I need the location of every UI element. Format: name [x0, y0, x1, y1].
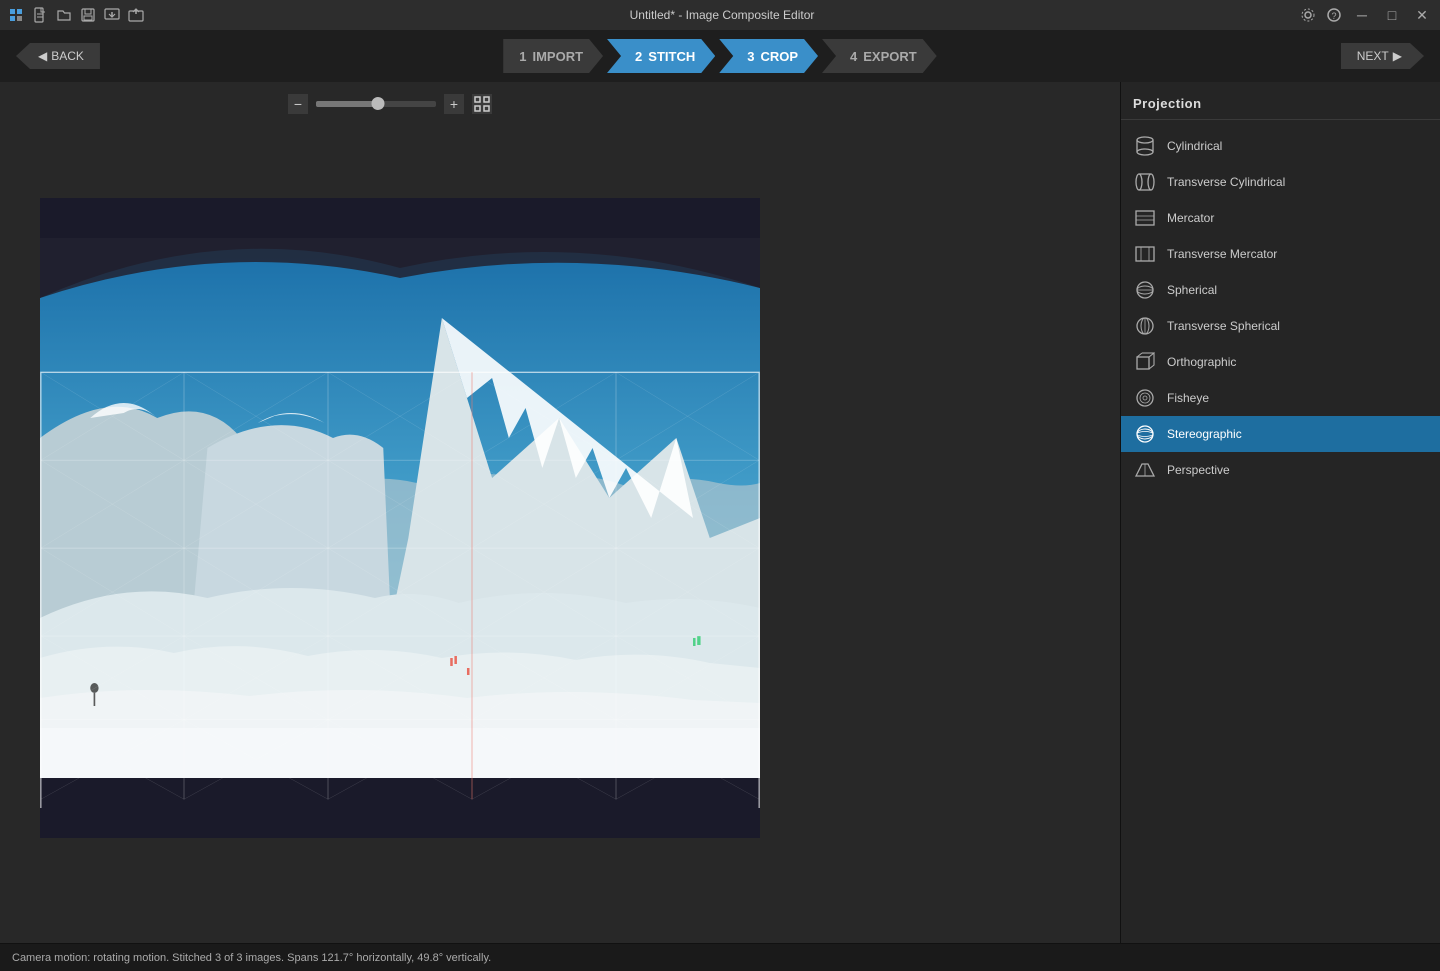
step-export[interactable]: 4 EXPORT	[822, 39, 937, 73]
spherical-icon	[1133, 278, 1157, 302]
crop-grid	[40, 238, 760, 808]
next-button[interactable]: NEXT ▶	[1341, 43, 1424, 69]
titlebar: Untitled* - Image Composite Editor ? ─ □…	[0, 0, 1440, 30]
close-button[interactable]: ✕	[1412, 5, 1432, 25]
settings-icon[interactable]	[1300, 7, 1316, 23]
canvas-area[interactable]: − +	[0, 82, 1120, 943]
export-icon[interactable]	[128, 7, 144, 23]
projection-stereographic[interactable]: Stereographic	[1121, 416, 1440, 452]
zoom-bar: − +	[0, 94, 780, 114]
help-icon[interactable]: ?	[1326, 7, 1342, 23]
fisheye-icon	[1133, 386, 1157, 410]
next-arrow-icon: ▶	[1393, 49, 1402, 63]
transverse-spherical-icon	[1133, 314, 1157, 338]
app-icon	[8, 7, 24, 23]
open-file-icon[interactable]	[56, 7, 72, 23]
back-arrow-icon: ◀	[38, 49, 47, 63]
minimize-button[interactable]: ─	[1352, 5, 1372, 25]
zoom-slider[interactable]	[316, 101, 436, 107]
projection-fisheye[interactable]: Fisheye	[1121, 380, 1440, 416]
main-area: − +	[0, 82, 1440, 943]
cylindrical-icon	[1133, 134, 1157, 158]
projection-transverse-cylindrical[interactable]: Transverse Cylindrical	[1121, 164, 1440, 200]
titlebar-left	[8, 7, 144, 23]
projection-transverse-mercator[interactable]: Transverse Mercator	[1121, 236, 1440, 272]
fit-button[interactable]	[472, 94, 492, 114]
perspective-icon	[1133, 458, 1157, 482]
mercator-icon	[1133, 206, 1157, 230]
zoom-in-button[interactable]: +	[444, 94, 464, 114]
orthographic-icon	[1133, 350, 1157, 374]
import-icon[interactable]	[104, 7, 120, 23]
status-text: Camera motion: rotating motion. Stitched…	[12, 952, 491, 964]
transverse-cylindrical-icon	[1133, 170, 1157, 194]
zoom-out-button[interactable]: −	[288, 94, 308, 114]
panel-divider	[1121, 119, 1440, 120]
restore-button[interactable]: □	[1382, 5, 1402, 25]
projection-transverse-spherical[interactable]: Transverse Spherical	[1121, 308, 1440, 344]
projection-spherical[interactable]: Spherical	[1121, 272, 1440, 308]
new-file-icon[interactable]	[32, 7, 48, 23]
transverse-mercator-icon	[1133, 242, 1157, 266]
nav-steps: 1 IMPORT 2 STITCH 3 CROP 4 EXPORT	[503, 39, 936, 73]
right-panel: Projection Cylindrical Transverse Cylind…	[1120, 82, 1440, 943]
svg-text:?: ?	[1331, 11, 1336, 21]
save-icon[interactable]	[80, 7, 96, 23]
stereographic-icon	[1133, 422, 1157, 446]
projection-cylindrical[interactable]: Cylindrical	[1121, 128, 1440, 164]
step-crop[interactable]: 3 CROP	[719, 39, 818, 73]
panorama-wrapper	[40, 198, 760, 838]
projection-perspective[interactable]: Perspective	[1121, 452, 1440, 488]
projection-orthographic[interactable]: Orthographic	[1121, 344, 1440, 380]
back-button[interactable]: ◀ BACK	[16, 43, 100, 69]
panorama-container	[40, 132, 760, 903]
projection-mercator[interactable]: Mercator	[1121, 200, 1440, 236]
navbar: ◀ BACK 1 IMPORT 2 STITCH 3 CROP 4 EXPORT…	[0, 30, 1440, 82]
window-title: Untitled* - Image Composite Editor	[630, 8, 815, 22]
step-import[interactable]: 1 IMPORT	[503, 39, 603, 73]
statusbar: Camera motion: rotating motion. Stitched…	[0, 943, 1440, 971]
projection-header: Projection	[1121, 92, 1440, 119]
titlebar-right: ? ─ □ ✕	[1300, 5, 1432, 25]
step-stitch[interactable]: 2 STITCH	[607, 39, 715, 73]
projection-panel: Projection Cylindrical Transverse Cylind…	[1121, 82, 1440, 943]
